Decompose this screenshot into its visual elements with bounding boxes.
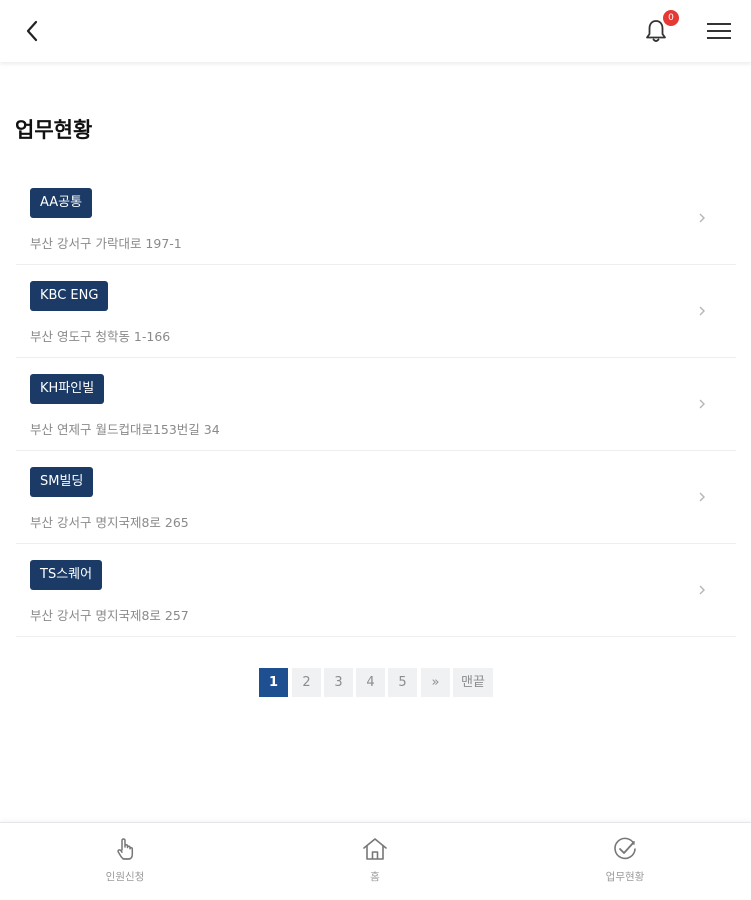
site-name-badge: KBC ENG bbox=[30, 281, 109, 311]
site-address: 부산 영도구 청학동 1-166 bbox=[30, 329, 171, 344]
notification-count-badge: 0 bbox=[663, 10, 679, 26]
chevron-left-icon bbox=[26, 20, 38, 42]
page-button-1[interactable]: 1 bbox=[259, 668, 288, 697]
site-address: 부산 강서구 명지국제8로 257 bbox=[30, 608, 189, 623]
chevron-right-icon bbox=[699, 492, 705, 502]
site-list-item[interactable]: TS스퀘어 부산 강서구 명지국제8로 257 bbox=[16, 544, 736, 637]
site-address: 부산 강서구 명지국제8로 265 bbox=[30, 515, 189, 530]
site-address: 부산 연제구 월드컵대로153번길 34 bbox=[30, 422, 220, 437]
tab-label: 인원신청 bbox=[105, 871, 145, 883]
top-bar: 0 bbox=[0, 0, 751, 62]
page-button-2[interactable]: 2 bbox=[292, 668, 321, 697]
home-icon bbox=[363, 838, 387, 860]
tab-label: 업무현황 bbox=[605, 871, 645, 883]
menu-button[interactable] bbox=[705, 20, 733, 42]
site-list-item[interactable]: KH파인빌 부산 연제구 월드컵대로153번길 34 bbox=[16, 358, 736, 451]
tab-label: 홈 bbox=[370, 871, 380, 883]
site-list-item[interactable]: AA공통 부산 강서구 가락대로 197-1 bbox=[16, 172, 736, 265]
page-button-4[interactable]: 4 bbox=[356, 668, 385, 697]
site-list-item[interactable]: SM빌딩 부산 강서구 명지국제8로 265 bbox=[16, 451, 736, 544]
hand-tap-icon bbox=[117, 838, 134, 860]
next-page-button[interactable]: » bbox=[421, 668, 450, 697]
site-address: 부산 강서구 가락대로 197-1 bbox=[30, 236, 182, 251]
site-name-badge: AA공통 bbox=[30, 188, 93, 218]
check-circle-icon bbox=[614, 837, 636, 860]
page-title: 업무현황 bbox=[15, 118, 93, 142]
site-name-badge: KH파인빌 bbox=[30, 374, 105, 404]
chevron-right-icon bbox=[699, 399, 705, 409]
page-button-5[interactable]: 5 bbox=[388, 668, 417, 697]
tab-home[interactable]: 홈 bbox=[250, 823, 500, 900]
tab-staff-request[interactable]: 인원신청 bbox=[0, 823, 250, 900]
hamburger-menu-icon bbox=[707, 23, 731, 39]
site-list-item[interactable]: KBC ENG 부산 영도구 청학동 1-166 bbox=[16, 265, 736, 358]
site-name-badge: TS스퀘어 bbox=[30, 560, 103, 590]
site-list: AA공통 부산 강서구 가락대로 197-1 KBC ENG 부산 영도구 청학… bbox=[16, 172, 736, 637]
last-page-button[interactable]: 맨끝 bbox=[453, 668, 493, 697]
tab-work-status[interactable]: 업무현황 bbox=[500, 823, 750, 900]
bottom-tab-bar: 인원신청 홈 업무현황 bbox=[0, 822, 751, 900]
chevron-right-icon bbox=[699, 213, 705, 223]
chevron-right-icon bbox=[699, 306, 705, 316]
page-button-3[interactable]: 3 bbox=[324, 668, 353, 697]
chevron-right-icon bbox=[699, 585, 705, 595]
back-button[interactable] bbox=[20, 18, 46, 44]
site-name-badge: SM빌딩 bbox=[30, 467, 94, 497]
